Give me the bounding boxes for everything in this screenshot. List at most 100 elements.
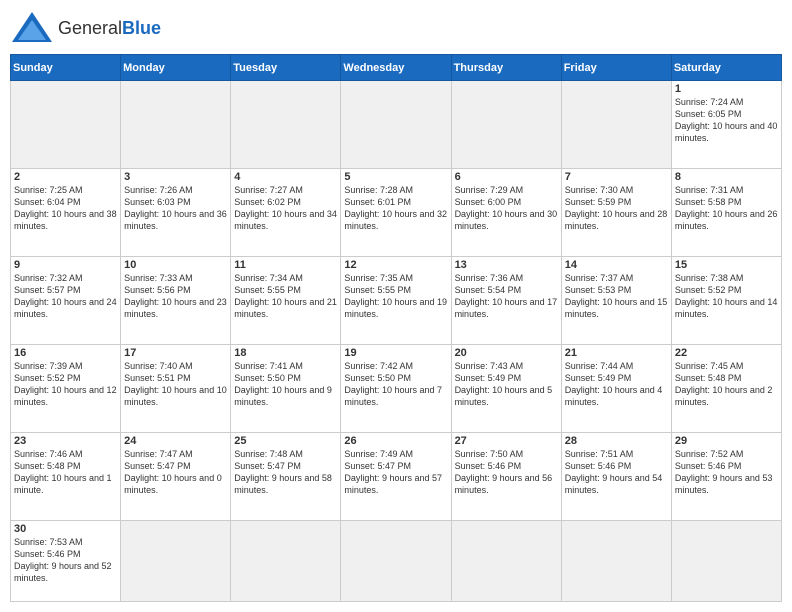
week-row-1: 1Sunrise: 7:24 AMSunset: 6:05 PMDaylight… (11, 81, 782, 169)
calendar-cell: 3Sunrise: 7:26 AMSunset: 6:03 PMDaylight… (121, 168, 231, 256)
day-info: Sunrise: 7:44 AMSunset: 5:49 PMDaylight:… (565, 360, 668, 409)
calendar-cell (231, 520, 341, 601)
header-wednesday: Wednesday (341, 55, 451, 81)
week-row-4: 16Sunrise: 7:39 AMSunset: 5:52 PMDayligh… (11, 344, 782, 432)
day-info: Sunrise: 7:25 AMSunset: 6:04 PMDaylight:… (14, 184, 117, 233)
week-row-3: 9Sunrise: 7:32 AMSunset: 5:57 PMDaylight… (11, 256, 782, 344)
calendar-cell (451, 520, 561, 601)
day-info: Sunrise: 7:35 AMSunset: 5:55 PMDaylight:… (344, 272, 447, 321)
calendar-cell (671, 520, 781, 601)
day-number: 14 (565, 259, 668, 271)
day-number: 17 (124, 347, 227, 359)
day-number: 15 (675, 259, 778, 271)
week-row-6: 30Sunrise: 7:53 AMSunset: 5:46 PMDayligh… (11, 520, 782, 601)
day-number: 19 (344, 347, 447, 359)
calendar-cell: 27Sunrise: 7:50 AMSunset: 5:46 PMDayligh… (451, 432, 561, 520)
day-info: Sunrise: 7:37 AMSunset: 5:53 PMDaylight:… (565, 272, 668, 321)
calendar-cell (231, 81, 341, 169)
day-number: 28 (565, 435, 668, 447)
day-number: 6 (455, 171, 558, 183)
calendar-cell (121, 520, 231, 601)
calendar-cell: 1Sunrise: 7:24 AMSunset: 6:05 PMDaylight… (671, 81, 781, 169)
day-info: Sunrise: 7:24 AMSunset: 6:05 PMDaylight:… (675, 96, 778, 145)
day-number: 27 (455, 435, 558, 447)
calendar-cell: 18Sunrise: 7:41 AMSunset: 5:50 PMDayligh… (231, 344, 341, 432)
day-info: Sunrise: 7:26 AMSunset: 6:03 PMDaylight:… (124, 184, 227, 233)
day-info: Sunrise: 7:53 AMSunset: 5:46 PMDaylight:… (14, 536, 117, 585)
calendar-cell: 26Sunrise: 7:49 AMSunset: 5:47 PMDayligh… (341, 432, 451, 520)
weekday-header-row: Sunday Monday Tuesday Wednesday Thursday… (11, 55, 782, 81)
day-number: 5 (344, 171, 447, 183)
day-number: 29 (675, 435, 778, 447)
day-number: 30 (14, 523, 117, 535)
week-row-5: 23Sunrise: 7:46 AMSunset: 5:48 PMDayligh… (11, 432, 782, 520)
calendar-cell (341, 81, 451, 169)
calendar-cell: 23Sunrise: 7:46 AMSunset: 5:48 PMDayligh… (11, 432, 121, 520)
day-info: Sunrise: 7:42 AMSunset: 5:50 PMDaylight:… (344, 360, 447, 409)
day-info: Sunrise: 7:45 AMSunset: 5:48 PMDaylight:… (675, 360, 778, 409)
week-row-2: 2Sunrise: 7:25 AMSunset: 6:04 PMDaylight… (11, 168, 782, 256)
calendar-cell (561, 81, 671, 169)
calendar-cell: 8Sunrise: 7:31 AMSunset: 5:58 PMDaylight… (671, 168, 781, 256)
day-number: 3 (124, 171, 227, 183)
calendar-cell: 10Sunrise: 7:33 AMSunset: 5:56 PMDayligh… (121, 256, 231, 344)
calendar-cell: 21Sunrise: 7:44 AMSunset: 5:49 PMDayligh… (561, 344, 671, 432)
day-info: Sunrise: 7:51 AMSunset: 5:46 PMDaylight:… (565, 448, 668, 497)
day-number: 18 (234, 347, 337, 359)
day-number: 23 (14, 435, 117, 447)
logo-text: GeneralBlue (58, 18, 161, 39)
calendar-cell (341, 520, 451, 601)
day-number: 13 (455, 259, 558, 271)
calendar-cell: 2Sunrise: 7:25 AMSunset: 6:04 PMDaylight… (11, 168, 121, 256)
calendar-cell: 14Sunrise: 7:37 AMSunset: 5:53 PMDayligh… (561, 256, 671, 344)
day-number: 4 (234, 171, 337, 183)
calendar-cell: 28Sunrise: 7:51 AMSunset: 5:46 PMDayligh… (561, 432, 671, 520)
header-sunday: Sunday (11, 55, 121, 81)
day-info: Sunrise: 7:36 AMSunset: 5:54 PMDaylight:… (455, 272, 558, 321)
day-number: 8 (675, 171, 778, 183)
day-info: Sunrise: 7:32 AMSunset: 5:57 PMDaylight:… (14, 272, 117, 321)
day-info: Sunrise: 7:28 AMSunset: 6:01 PMDaylight:… (344, 184, 447, 233)
calendar-cell: 5Sunrise: 7:28 AMSunset: 6:01 PMDaylight… (341, 168, 451, 256)
header: GeneralBlue (10, 10, 782, 46)
day-info: Sunrise: 7:40 AMSunset: 5:51 PMDaylight:… (124, 360, 227, 409)
day-info: Sunrise: 7:38 AMSunset: 5:52 PMDaylight:… (675, 272, 778, 321)
calendar-cell: 25Sunrise: 7:48 AMSunset: 5:47 PMDayligh… (231, 432, 341, 520)
calendar-cell: 22Sunrise: 7:45 AMSunset: 5:48 PMDayligh… (671, 344, 781, 432)
generalblue-logo-icon (10, 10, 54, 46)
day-info: Sunrise: 7:29 AMSunset: 6:00 PMDaylight:… (455, 184, 558, 233)
day-number: 20 (455, 347, 558, 359)
day-info: Sunrise: 7:31 AMSunset: 5:58 PMDaylight:… (675, 184, 778, 233)
calendar-cell: 30Sunrise: 7:53 AMSunset: 5:46 PMDayligh… (11, 520, 121, 601)
calendar-cell: 16Sunrise: 7:39 AMSunset: 5:52 PMDayligh… (11, 344, 121, 432)
header-thursday: Thursday (451, 55, 561, 81)
page: GeneralBlue Sunday Monday Tuesday Wednes… (0, 0, 792, 612)
day-info: Sunrise: 7:34 AMSunset: 5:55 PMDaylight:… (234, 272, 337, 321)
day-info: Sunrise: 7:41 AMSunset: 5:50 PMDaylight:… (234, 360, 337, 409)
day-info: Sunrise: 7:48 AMSunset: 5:47 PMDaylight:… (234, 448, 337, 497)
day-info: Sunrise: 7:27 AMSunset: 6:02 PMDaylight:… (234, 184, 337, 233)
day-number: 24 (124, 435, 227, 447)
day-number: 21 (565, 347, 668, 359)
calendar-cell (11, 81, 121, 169)
calendar-cell: 7Sunrise: 7:30 AMSunset: 5:59 PMDaylight… (561, 168, 671, 256)
calendar-cell (561, 520, 671, 601)
day-number: 1 (675, 83, 778, 95)
calendar-cell: 17Sunrise: 7:40 AMSunset: 5:51 PMDayligh… (121, 344, 231, 432)
day-info: Sunrise: 7:33 AMSunset: 5:56 PMDaylight:… (124, 272, 227, 321)
calendar-cell: 19Sunrise: 7:42 AMSunset: 5:50 PMDayligh… (341, 344, 451, 432)
calendar-cell (121, 81, 231, 169)
calendar-cell: 6Sunrise: 7:29 AMSunset: 6:00 PMDaylight… (451, 168, 561, 256)
header-monday: Monday (121, 55, 231, 81)
day-info: Sunrise: 7:49 AMSunset: 5:47 PMDaylight:… (344, 448, 447, 497)
day-number: 25 (234, 435, 337, 447)
calendar-cell (451, 81, 561, 169)
day-info: Sunrise: 7:39 AMSunset: 5:52 PMDaylight:… (14, 360, 117, 409)
calendar-cell: 9Sunrise: 7:32 AMSunset: 5:57 PMDaylight… (11, 256, 121, 344)
day-info: Sunrise: 7:43 AMSunset: 5:49 PMDaylight:… (455, 360, 558, 409)
header-friday: Friday (561, 55, 671, 81)
calendar-cell: 11Sunrise: 7:34 AMSunset: 5:55 PMDayligh… (231, 256, 341, 344)
logo: GeneralBlue (10, 10, 161, 46)
day-number: 26 (344, 435, 447, 447)
day-number: 12 (344, 259, 447, 271)
